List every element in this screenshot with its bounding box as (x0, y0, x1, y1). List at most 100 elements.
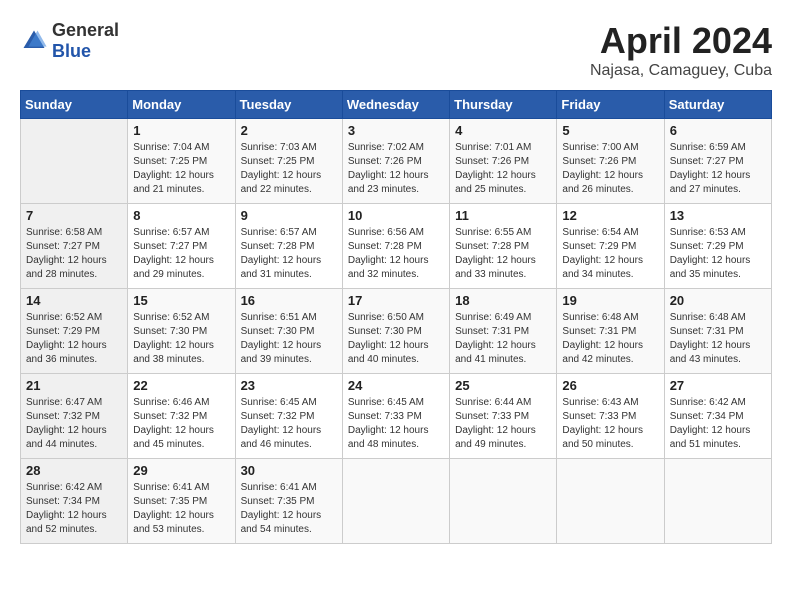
calendar-cell: 28 Sunrise: 6:42 AMSunset: 7:34 PMDayligh… (21, 459, 128, 544)
logo-general-text: General (52, 20, 119, 40)
calendar-cell: 20Sunrise: 6:48 AMSunset: 7:31 PMDayligh… (664, 289, 771, 374)
calendar-cell: 24Sunrise: 6:45 AMSunset: 7:33 PMDayligh… (342, 374, 449, 459)
day-info: Sunrise: 6:57 AMSunset: 7:27 PMDaylight:… (133, 226, 229, 282)
calendar-cell: 25Sunrise: 6:44 AMSunset: 7:33 PMDayligh… (450, 374, 557, 459)
day-info: Sunrise: 6:57 AMSunset: 7:28 PMDaylight:… (241, 226, 337, 282)
calendar-cell: 23 Sunrise: 6:45 AMSunset: 7:32 PMDayligh… (235, 374, 342, 459)
calendar-week-row: 1Sunrise: 7:04 AMSunset: 7:25 PMDaylight… (21, 119, 772, 204)
day-info: Sunrise: 6:42 AMSunset: 7:34 PMDaylight:… (26, 481, 122, 537)
day-number: 4 (455, 123, 551, 138)
day-info: Sunrise: 6:44 AMSunset: 7:33 PMDaylight:… (455, 396, 551, 452)
day-info: Sunrise: 6:42 AMSunset: 7:34 PMDaylight:… (670, 396, 766, 452)
calendar-title: April 2024 (590, 20, 772, 62)
weekday-header-saturday: Saturday (664, 91, 771, 119)
day-info: Sunrise: 6:56 AMSunset: 7:28 PMDaylight:… (348, 226, 444, 282)
weekday-header-monday: Monday (128, 91, 235, 119)
calendar-cell (664, 459, 771, 544)
calendar-cell: 13 Sunrise: 6:53 AMSunset: 7:29 PMDayligh… (664, 204, 771, 289)
calendar-cell: 30 Sunrise: 6:41 AMSunset: 7:35 PMDayligh… (235, 459, 342, 544)
day-number: 29 (133, 463, 229, 478)
calendar-cell: 26 Sunrise: 6:43 AMSunset: 7:33 PMDayligh… (557, 374, 664, 459)
day-info: Sunrise: 6:46 AMSunset: 7:32 PMDaylight:… (133, 396, 229, 452)
day-info: Sunrise: 6:59 AMSunset: 7:27 PMDaylight:… (670, 141, 766, 197)
day-info: Sunrise: 6:51 AMSunset: 7:30 PMDaylight:… (241, 311, 337, 367)
calendar-cell: 12 Sunrise: 6:54 AMSunset: 7:29 PMDayligh… (557, 204, 664, 289)
day-number: 3 (348, 123, 444, 138)
day-info: Sunrise: 6:50 AMSunset: 7:30 PMDaylight:… (348, 311, 444, 367)
calendar-cell: 11 Sunrise: 6:55 AMSunset: 7:28 PMDayligh… (450, 204, 557, 289)
day-info: Sunrise: 7:03 AMSunset: 7:25 PMDaylight:… (241, 141, 337, 197)
weekday-header-thursday: Thursday (450, 91, 557, 119)
day-number: 9 (241, 208, 337, 223)
day-number: 13 (670, 208, 766, 223)
day-number: 18 (455, 293, 551, 308)
day-info: Sunrise: 6:45 AMSunset: 7:32 PMDaylight:… (241, 396, 337, 452)
calendar-cell: 8 Sunrise: 6:57 AMSunset: 7:27 PMDaylight… (128, 204, 235, 289)
calendar-location: Najasa, Camaguey, Cuba (590, 62, 772, 80)
calendar-cell: 19Sunrise: 6:48 AMSunset: 7:31 PMDayligh… (557, 289, 664, 374)
day-number: 7 (26, 208, 122, 223)
weekday-header-row: SundayMondayTuesdayWednesdayThursdayFrid… (21, 91, 772, 119)
day-info: Sunrise: 6:53 AMSunset: 7:29 PMDaylight:… (670, 226, 766, 282)
calendar-cell: 3 Sunrise: 7:02 AMSunset: 7:26 PMDaylight… (342, 119, 449, 204)
day-info: Sunrise: 7:01 AMSunset: 7:26 PMDaylight:… (455, 141, 551, 197)
day-number: 28 (26, 463, 122, 478)
day-number: 26 (562, 378, 658, 393)
calendar-cell: 10 Sunrise: 6:56 AMSunset: 7:28 PMDayligh… (342, 204, 449, 289)
day-number: 1 (133, 123, 229, 138)
day-number: 6 (670, 123, 766, 138)
weekday-header-sunday: Sunday (21, 91, 128, 119)
day-info: Sunrise: 6:52 AMSunset: 7:30 PMDaylight:… (133, 311, 229, 367)
calendar-cell: 15Sunrise: 6:52 AMSunset: 7:30 PMDayligh… (128, 289, 235, 374)
day-number: 22 (133, 378, 229, 393)
calendar-cell: 27Sunrise: 6:42 AMSunset: 7:34 PMDayligh… (664, 374, 771, 459)
day-info: Sunrise: 6:55 AMSunset: 7:28 PMDaylight:… (455, 226, 551, 282)
calendar-cell: 21 Sunrise: 6:47 AMSunset: 7:32 PMDayligh… (21, 374, 128, 459)
calendar-week-row: 14Sunrise: 6:52 AMSunset: 7:29 PMDayligh… (21, 289, 772, 374)
day-number: 24 (348, 378, 444, 393)
calendar-cell (342, 459, 449, 544)
calendar-cell: 7Sunrise: 6:58 AMSunset: 7:27 PMDaylight… (21, 204, 128, 289)
day-info: Sunrise: 6:41 AMSunset: 7:35 PMDaylight:… (133, 481, 229, 537)
calendar-cell: 14Sunrise: 6:52 AMSunset: 7:29 PMDayligh… (21, 289, 128, 374)
weekday-header-tuesday: Tuesday (235, 91, 342, 119)
day-number: 8 (133, 208, 229, 223)
page-header: General Blue April 2024 Najasa, Camaguey… (20, 20, 772, 80)
calendar-cell: 29 Sunrise: 6:41 AMSunset: 7:35 PMDayligh… (128, 459, 235, 544)
day-info: Sunrise: 6:41 AMSunset: 7:35 PMDaylight:… (241, 481, 337, 537)
calendar-cell: 5 Sunrise: 7:00 AMSunset: 7:26 PMDaylight… (557, 119, 664, 204)
day-info: Sunrise: 6:43 AMSunset: 7:33 PMDaylight:… (562, 396, 658, 452)
calendar-week-row: 21 Sunrise: 6:47 AMSunset: 7:32 PMDayligh… (21, 374, 772, 459)
day-info: Sunrise: 7:00 AMSunset: 7:26 PMDaylight:… (562, 141, 658, 197)
day-number: 5 (562, 123, 658, 138)
day-number: 10 (348, 208, 444, 223)
calendar-cell: 4 Sunrise: 7:01 AMSunset: 7:26 PMDaylight… (450, 119, 557, 204)
day-number: 30 (241, 463, 337, 478)
day-number: 21 (26, 378, 122, 393)
day-info: Sunrise: 6:48 AMSunset: 7:31 PMDaylight:… (670, 311, 766, 367)
day-info: Sunrise: 6:47 AMSunset: 7:32 PMDaylight:… (26, 396, 122, 452)
calendar-cell (557, 459, 664, 544)
calendar-cell (21, 119, 128, 204)
day-number: 23 (241, 378, 337, 393)
day-info: Sunrise: 7:02 AMSunset: 7:26 PMDaylight:… (348, 141, 444, 197)
day-number: 2 (241, 123, 337, 138)
weekday-header-wednesday: Wednesday (342, 91, 449, 119)
calendar-cell (450, 459, 557, 544)
logo-blue-text: Blue (52, 41, 91, 61)
day-number: 11 (455, 208, 551, 223)
calendar-cell: 2 Sunrise: 7:03 AMSunset: 7:25 PMDaylight… (235, 119, 342, 204)
day-number: 16 (241, 293, 337, 308)
day-info: Sunrise: 6:54 AMSunset: 7:29 PMDaylight:… (562, 226, 658, 282)
logo: General Blue (20, 20, 119, 62)
day-number: 17 (348, 293, 444, 308)
weekday-header-friday: Friday (557, 91, 664, 119)
calendar-cell: 1Sunrise: 7:04 AMSunset: 7:25 PMDaylight… (128, 119, 235, 204)
logo-icon (20, 27, 48, 55)
calendar-table: SundayMondayTuesdayWednesdayThursdayFrid… (20, 90, 772, 544)
calendar-cell: 18Sunrise: 6:49 AMSunset: 7:31 PMDayligh… (450, 289, 557, 374)
calendar-cell: 22 Sunrise: 6:46 AMSunset: 7:32 PMDayligh… (128, 374, 235, 459)
calendar-cell: 16 Sunrise: 6:51 AMSunset: 7:30 PMDayligh… (235, 289, 342, 374)
day-number: 12 (562, 208, 658, 223)
day-number: 14 (26, 293, 122, 308)
